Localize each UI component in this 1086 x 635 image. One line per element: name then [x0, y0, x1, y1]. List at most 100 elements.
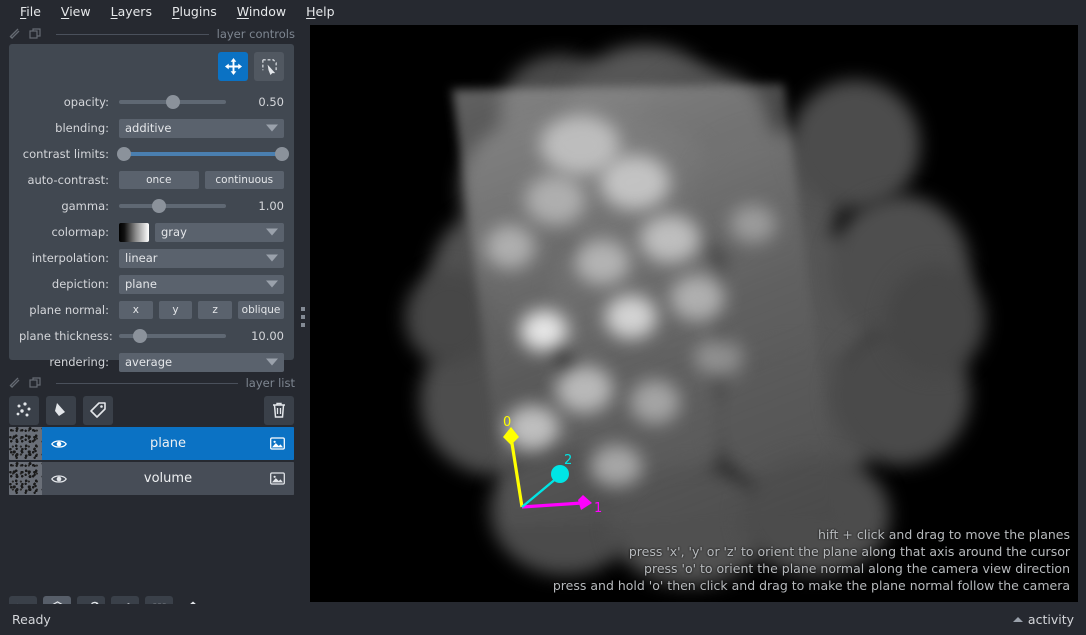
rendering-dropdown[interactable]: average: [119, 352, 284, 372]
plane-normal-oblique-button[interactable]: oblique: [238, 301, 285, 319]
menu-help[interactable]: Help: [296, 0, 345, 24]
gamma-knob[interactable]: [151, 199, 166, 213]
menu-plugins[interactable]: Plugins: [162, 0, 227, 24]
opacity-slider[interactable]: [119, 93, 226, 111]
contrast-limits-slider[interactable]: [116, 145, 290, 163]
blending-label: blending:: [55, 121, 109, 135]
contrast-fill: [122, 152, 281, 156]
plane-normal-x-button[interactable]: x: [119, 301, 153, 319]
depiction-dropdown[interactable]: plane: [119, 274, 284, 294]
hint-line-2: press 'x', 'y' or 'z' to orient the plan…: [628, 544, 1070, 559]
blending-row: blending: additive: [19, 115, 284, 141]
layer-action-buttons: [0, 393, 303, 427]
left-dock: layer controls opacity: 0.50 blending: a…: [0, 24, 303, 623]
menu-bar: File View Layers Plugins Window Help: [0, 0, 1086, 24]
chevron-down-icon: [266, 254, 278, 262]
interpolation-value: linear: [125, 251, 158, 265]
interpolation-dropdown[interactable]: linear: [119, 248, 284, 268]
undock-icon[interactable]: [28, 376, 42, 390]
delete-layer-button[interactable]: [264, 395, 294, 425]
menu-view[interactable]: View: [51, 0, 101, 24]
auto-contrast-label: auto-contrast:: [27, 173, 109, 187]
menu-help-rest: elp: [315, 4, 335, 19]
layer-visibility-eye-icon[interactable]: [42, 470, 76, 488]
blending-value: additive: [125, 121, 172, 135]
image-layer-type-icon: [260, 435, 294, 452]
viewer-canvas[interactable]: 0 1 2 hift + click and drag to move the …: [310, 25, 1078, 602]
activity-toggle[interactable]: activity: [1012, 612, 1074, 627]
axis-label-0: 0: [503, 415, 512, 430]
undock-icon[interactable]: [28, 27, 42, 41]
plane-thickness-row: plane thickness: 10.00: [19, 323, 284, 349]
chevron-down-icon: [266, 280, 278, 288]
rendering-value: average: [125, 355, 173, 369]
layer-controls-title: layer controls: [216, 27, 295, 41]
layer-thumbnail: [9, 427, 42, 460]
depiction-value: plane: [125, 277, 157, 291]
contrast-low-knob[interactable]: [116, 147, 131, 161]
plane-normal-label: plane normal:: [29, 303, 109, 317]
hint-line-4: press and hold 'o' then click and drag t…: [552, 578, 1070, 593]
menu-plugins-rest: lugins: [179, 4, 217, 19]
transform-mode-button[interactable]: [254, 52, 284, 81]
blending-dropdown[interactable]: additive: [119, 118, 284, 138]
layer-list: plane volume: [9, 427, 294, 495]
auto-contrast-row: auto-contrast: once continuous: [19, 167, 284, 193]
plane-thickness-knob[interactable]: [133, 329, 148, 343]
new-shapes-layer-button[interactable]: [46, 395, 76, 425]
gamma-slider[interactable]: [119, 197, 226, 215]
layer-row-plane[interactable]: plane: [9, 427, 294, 460]
dock-splitter-handle[interactable]: [299, 300, 307, 333]
menu-layers-accel: L: [110, 4, 118, 19]
colormap-dropdown[interactable]: gray: [155, 222, 284, 242]
opacity-knob[interactable]: [165, 95, 180, 109]
menu-layers-rest: ayers: [117, 4, 152, 19]
axis-label-1: 1: [594, 501, 603, 516]
chevron-down-icon: [266, 124, 278, 132]
colormap-swatch: [119, 222, 149, 242]
colormap-label: colormap:: [51, 225, 109, 239]
layer-row-volume[interactable]: volume: [9, 462, 294, 495]
menu-window-accel: W: [236, 4, 249, 19]
hint-line-3: press 'o' to orient the plane normal alo…: [644, 561, 1070, 576]
float-dock-icon[interactable]: [8, 376, 22, 390]
napari-main-window: File View Layers Plugins Window Help lay…: [0, 0, 1086, 635]
menu-window[interactable]: Window: [227, 0, 296, 24]
chevron-down-icon: [266, 358, 278, 366]
image-layer-type-icon: [260, 470, 294, 487]
menu-file[interactable]: File: [10, 0, 51, 24]
new-points-layer-button[interactable]: [9, 395, 39, 425]
new-labels-layer-button[interactable]: [83, 395, 113, 425]
interpolation-row: interpolation: linear: [19, 245, 284, 271]
contrast-limits-row: contrast limits:: [19, 141, 290, 167]
gamma-label: gamma:: [61, 199, 109, 213]
axes-overlay: 0 1 2: [490, 415, 620, 535]
menu-view-rest: iew: [69, 4, 91, 19]
hint-line-1: hift + click and drag to move the planes: [817, 527, 1070, 542]
pan-zoom-mode-button[interactable]: [218, 52, 248, 81]
layer-name: volume: [143, 471, 193, 486]
canvas-hint-text: hift + click and drag to move the planes…: [553, 526, 1070, 594]
plane-normal-y-button[interactable]: y: [158, 301, 193, 319]
layer-controls-header: layer controls: [0, 24, 303, 44]
chevron-down-icon: [266, 228, 278, 236]
axis-label-2: 2: [564, 453, 573, 468]
plane-normal-z-button[interactable]: z: [198, 301, 233, 319]
volume-rendering: [310, 25, 1078, 602]
menu-layers[interactable]: Layers: [101, 0, 162, 24]
auto-contrast-continuous-button[interactable]: continuous: [204, 171, 284, 189]
float-dock-icon[interactable]: [8, 27, 22, 41]
opacity-row: opacity: 0.50: [19, 89, 284, 115]
layer-thumbnail: [9, 462, 42, 495]
rendering-label: rendering:: [49, 355, 109, 369]
layer-visibility-eye-icon[interactable]: [42, 435, 76, 453]
layer-list-title: layer list: [245, 376, 295, 390]
chevron-up-icon: [1012, 617, 1023, 622]
plane-thickness-slider[interactable]: [119, 327, 226, 345]
colormap-value: gray: [161, 225, 187, 239]
menu-plugins-accel: P: [171, 4, 180, 19]
contrast-high-knob[interactable]: [275, 147, 290, 161]
mode-button-group: [19, 52, 284, 81]
auto-contrast-once-button[interactable]: once: [119, 171, 199, 189]
opacity-value: 0.50: [258, 95, 284, 109]
